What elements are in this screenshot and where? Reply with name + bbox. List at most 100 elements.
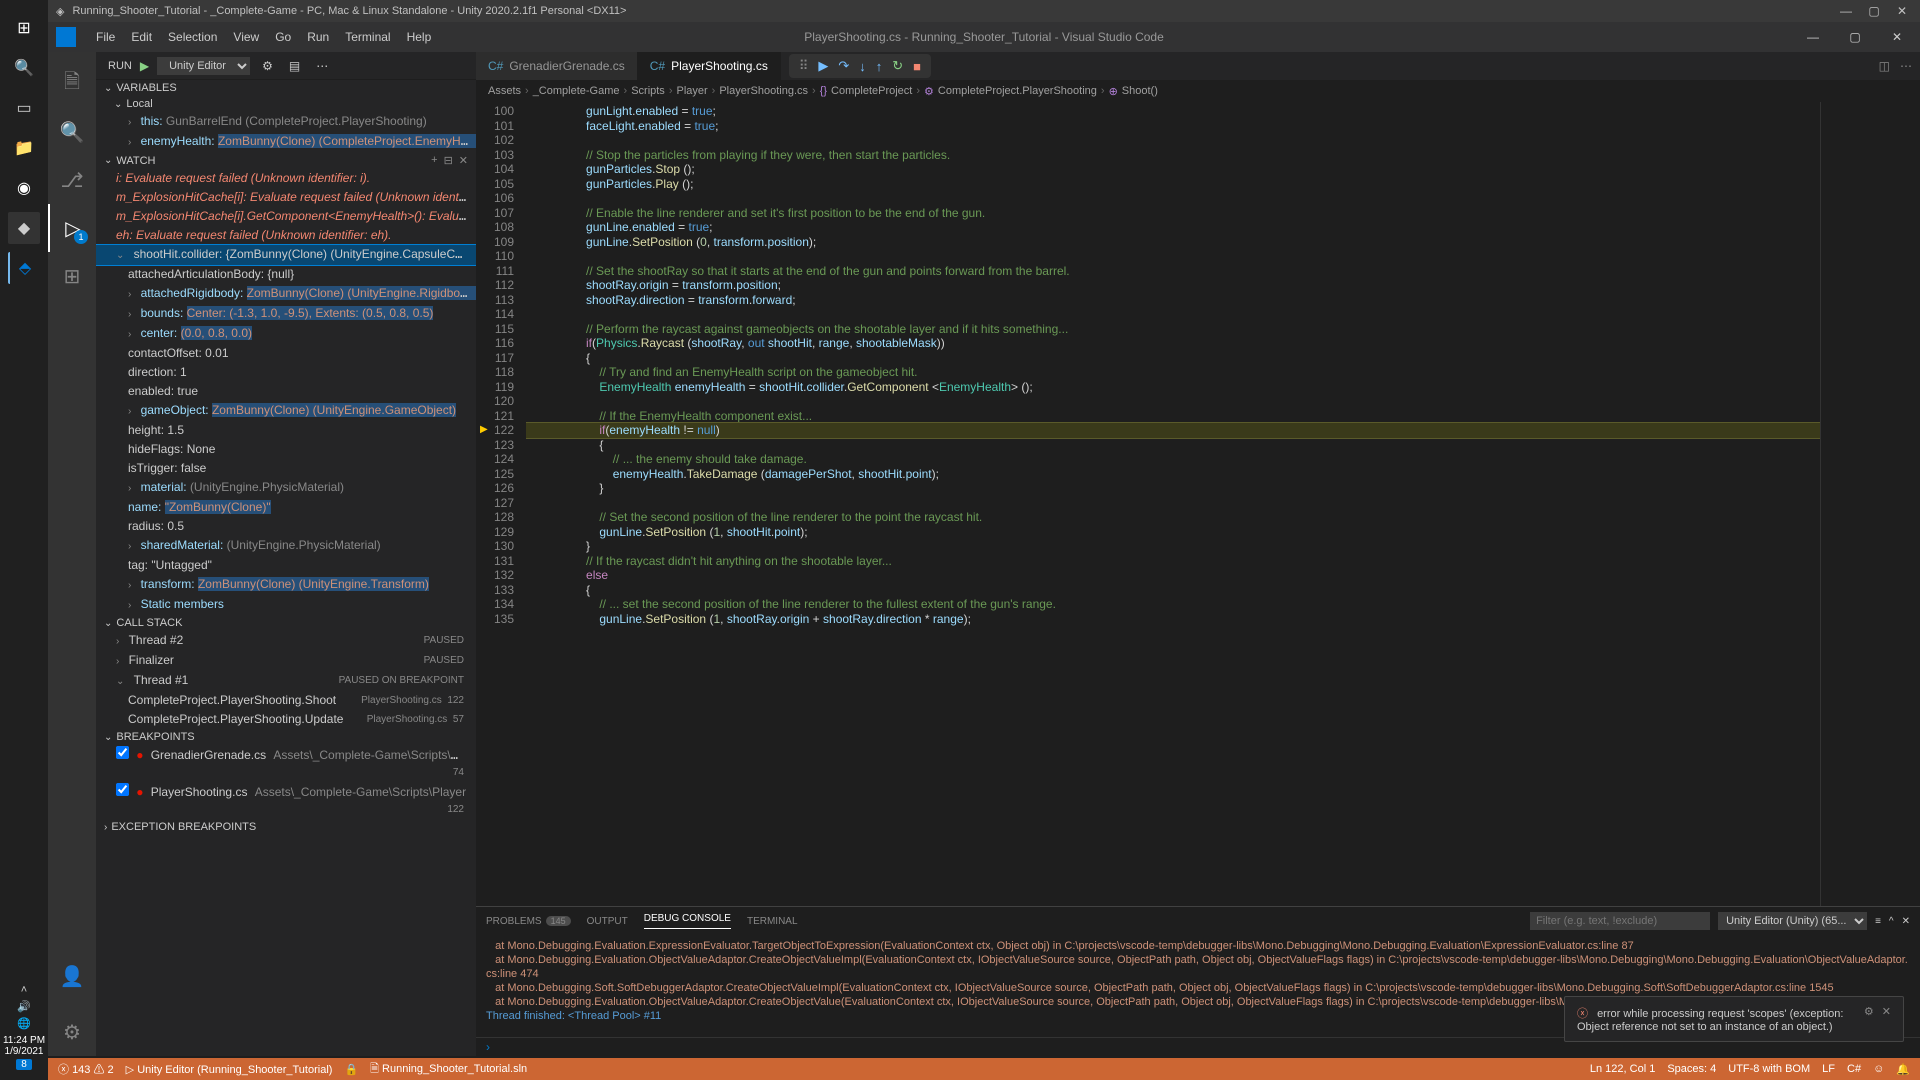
collapse-icon[interactable]: ⊟ <box>444 154 453 167</box>
debug-more-icon[interactable]: ⋯ <box>312 59 332 73</box>
w-radius[interactable]: radius: 0.5 <box>96 517 476 536</box>
menu-go[interactable]: Go <box>267 30 299 44</box>
variables-section[interactable]: ⌄VARIABLES <box>96 80 476 96</box>
stackframe1[interactable]: CompleteProject.PlayerShooting.ShootPlay… <box>96 691 476 710</box>
vscode-task-icon[interactable]: ⬘ <box>8 252 40 284</box>
clear-console-icon[interactable]: ≡ <box>1875 916 1881 927</box>
w-bounds[interactable]: › bounds: Center: (-1.3, 1.0, -9.5), Ext… <box>96 304 476 324</box>
status-branch[interactable]: 🔒 <box>344 1063 358 1076</box>
debug-config-select[interactable]: Unity Editor <box>157 57 250 75</box>
start-button[interactable]: ⊞ <box>8 12 40 44</box>
extensions-icon[interactable]: ⊞ <box>48 252 96 300</box>
watch-eh[interactable]: eh: Evaluate request failed (Unknown ide… <box>96 226 476 245</box>
maximize-button[interactable]: ▢ <box>1864 4 1884 18</box>
status-encoding[interactable]: UTF-8 with BOM <box>1728 1063 1810 1075</box>
w-artic[interactable]: attachedArticulationBody: {null} <box>96 265 476 284</box>
menu-view[interactable]: View <box>225 30 267 44</box>
tab-playershooting[interactable]: C#PlayerShooting.cs <box>638 52 781 80</box>
minimap[interactable] <box>1820 102 1920 906</box>
accounts-icon[interactable]: 👤 <box>48 952 96 1000</box>
minimize-button[interactable]: — <box>1836 4 1856 18</box>
exception-breakpoints-section[interactable]: ›EXCEPTION BREAKPOINTS <box>96 819 476 835</box>
vsc-close-button[interactable]: ✕ <box>1882 30 1912 44</box>
start-debugging-button[interactable]: ▶ <box>140 59 149 73</box>
w-center[interactable]: › center: (0.0, 0.8, 0.0) <box>96 324 476 344</box>
debug-settings-icon[interactable]: ⚙ <box>258 59 277 73</box>
breadcrumb[interactable]: Assets› _Complete-Game› Scripts› Player›… <box>476 80 1920 102</box>
status-sln[interactable]: 🗎 Running_Shooter_Tutorial.sln <box>370 1060 527 1079</box>
w-trans[interactable]: › transform: ZomBunny(Clone) (UnityEngin… <box>96 575 476 595</box>
debug-icon[interactable]: ▷1 <box>48 204 96 252</box>
watch-cache[interactable]: m_ExplosionHitCache[i]: Evaluate request… <box>96 188 476 207</box>
status-ln-col[interactable]: Ln 122, Col 1 <box>1590 1063 1655 1075</box>
chrome-icon[interactable]: ◉ <box>8 172 40 204</box>
var-this[interactable]: › this: GunBarrelEnd (CompleteProject.Pl… <box>96 112 476 132</box>
w-height[interactable]: height: 1.5 <box>96 421 476 440</box>
status-lang[interactable]: C# <box>1847 1063 1861 1075</box>
tray-expand-icon[interactable]: ˄ <box>21 984 27 996</box>
vsc-minimize-button[interactable]: — <box>1798 30 1828 44</box>
terminal-tab[interactable]: TERMINAL <box>747 916 798 927</box>
menu-edit[interactable]: Edit <box>123 30 160 44</box>
debug-floating-toolbar[interactable]: ⠿ ▶ ↷ ↓ ↑ ↻ ■ <box>789 54 931 78</box>
status-feedback-icon[interactable]: ☺ <box>1873 1063 1884 1075</box>
notif-close-icon[interactable]: ✕ <box>1882 1005 1891 1018</box>
thread2[interactable]: › Thread #2PAUSED <box>96 631 476 651</box>
problems-tab[interactable]: PROBLEMS145 <box>486 916 571 927</box>
taskbar-clock[interactable]: 11:24 PM 1/9/2021 8 <box>0 1035 48 1072</box>
thread1[interactable]: ⌄ Thread #1PAUSED ON BREAKPOINT <box>96 671 476 691</box>
editor-more-icon[interactable]: ⋯ <box>1900 59 1912 73</box>
search-activity-icon[interactable]: 🔍 <box>48 108 96 156</box>
bp-checkbox[interactable] <box>116 783 129 796</box>
add-watch-icon[interactable]: + <box>431 154 437 167</box>
menu-file[interactable]: File <box>88 30 123 44</box>
callstack-section[interactable]: ⌄CALL STACK <box>96 615 476 631</box>
step-into-button[interactable]: ↓ <box>859 59 866 74</box>
menu-run[interactable]: Run <box>299 30 337 44</box>
task-view-icon[interactable]: ▭ <box>8 92 40 124</box>
menu-help[interactable]: Help <box>399 30 440 44</box>
watch-i[interactable]: i: Evaluate request failed (Unknown iden… <box>96 169 476 188</box>
var-enemyhealth[interactable]: › enemyHealth: ZomBunny(Clone) (Complete… <box>96 132 476 152</box>
split-editor-icon[interactable]: ◫ <box>1879 59 1890 73</box>
notification-toast[interactable]: ✕ ⚙ ⓧ error while processing request 'sc… <box>1564 996 1904 1042</box>
breakpoints-section[interactable]: ⌄BREAKPOINTS <box>96 729 476 745</box>
tray-badge[interactable]: 8 <box>16 1059 32 1070</box>
file-explorer-icon[interactable]: 📁 <box>8 132 40 164</box>
status-eol[interactable]: LF <box>1822 1063 1835 1075</box>
step-out-button[interactable]: ↑ <box>876 59 883 74</box>
w-direction[interactable]: direction: 1 <box>96 363 476 382</box>
stackframe2[interactable]: CompleteProject.PlayerShooting.UpdatePla… <box>96 710 476 729</box>
watch-shoothit[interactable]: ⌄ shootHit.collider: {ZomBunny(Clone) (U… <box>96 245 476 265</box>
w-enabled[interactable]: enabled: true <box>96 382 476 401</box>
bp-checkbox[interactable] <box>116 746 129 759</box>
status-bell-icon[interactable]: 🔔 <box>1896 1063 1910 1076</box>
close-all-icon[interactable]: ✕ <box>459 154 468 167</box>
tray-net-icon[interactable]: 🌐 <box>17 1017 31 1030</box>
w-shared[interactable]: › sharedMaterial: (UnityEngine.PhysicMat… <box>96 536 476 556</box>
filter-input[interactable] <box>1530 912 1710 930</box>
finalizer[interactable]: › FinalizerPAUSED <box>96 651 476 671</box>
menu-terminal[interactable]: Terminal <box>337 30 398 44</box>
watch-cache2[interactable]: m_ExplosionHitCache[i].GetComponent<Enem… <box>96 207 476 226</box>
panel-maximize-icon[interactable]: ^ <box>1889 916 1894 927</box>
step-over-button[interactable]: ↷ <box>838 58 849 74</box>
code-content[interactable]: gunLight.enabled = true; faceLight.enabl… <box>526 102 1820 906</box>
system-tray[interactable]: ˄ 🔊 🌐 <box>0 984 48 1030</box>
settings-gear-icon[interactable]: ⚙ <box>48 1008 96 1056</box>
menu-selection[interactable]: Selection <box>160 30 225 44</box>
local-scope[interactable]: ⌄Local <box>96 96 476 112</box>
debug-console-tab[interactable]: DEBUG CONSOLE <box>644 913 731 929</box>
w-tag[interactable]: tag: "Untagged" <box>96 556 476 575</box>
w-gameobj[interactable]: › gameObject: ZomBunny(Clone) (UnityEngi… <box>96 401 476 421</box>
w-name[interactable]: name: "ZomBunny(Clone)" <box>96 498 476 517</box>
watch-section[interactable]: ⌄WATCH+⊟✕ <box>96 152 476 169</box>
w-material[interactable]: › material: (UnityEngine.PhysicMaterial) <box>96 478 476 498</box>
debug-source-select[interactable]: Unity Editor (Unity) (65... <box>1718 912 1867 930</box>
w-static[interactable]: › Static members <box>96 595 476 615</box>
w-hideflags[interactable]: hideFlags: None <box>96 440 476 459</box>
close-button[interactable]: ✕ <box>1892 4 1912 18</box>
output-tab[interactable]: OUTPUT <box>587 916 628 927</box>
code-editor[interactable]: 1001011021031041051061071081091101111121… <box>476 102 1920 906</box>
w-rigid[interactable]: › attachedRigidbody: ZomBunny(Clone) (Un… <box>96 284 476 304</box>
